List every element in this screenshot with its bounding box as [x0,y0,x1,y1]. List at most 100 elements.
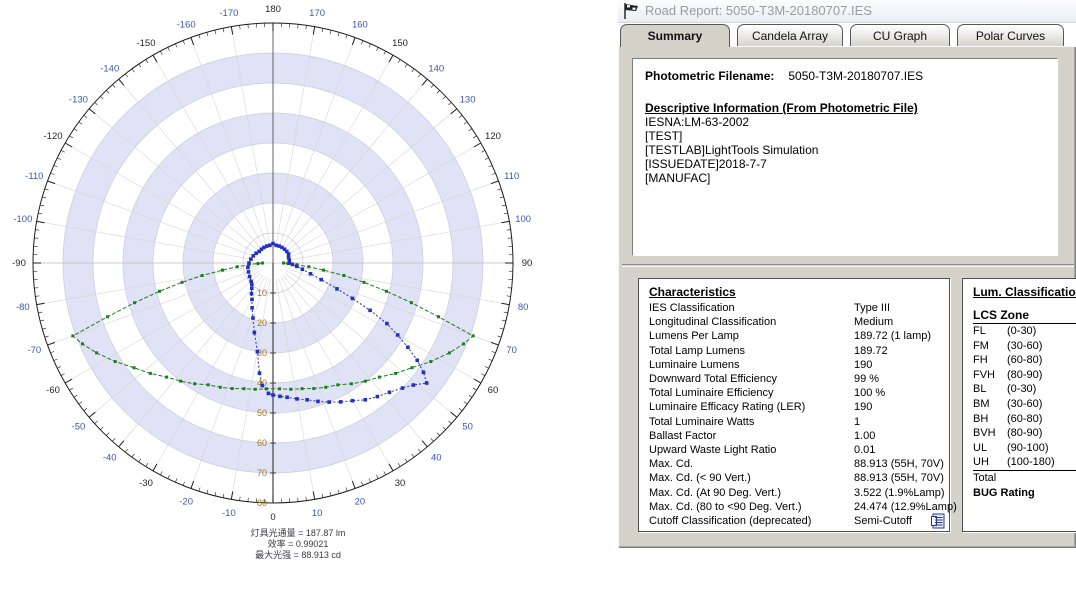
svg-text:-110: -110 [25,171,43,182]
descriptive-line: IESNA:LM-63-2002 [645,115,1045,129]
lcs-zone-rows: FL(0-30)FM(30-60)FH(60-80)FVH(80-90)BL(0… [973,324,1076,471]
lcs-zone-code: UL [973,441,1007,456]
lcs-zone-row: UH(100-180) [973,455,1076,471]
section-divider [622,264,1074,267]
characteristic-value: 99 % [854,372,879,386]
characteristic-label: Total Lamp Lumens [649,345,745,357]
polar-candela-chart: -170-160-150-140-130-120-110-100-90-80-7… [0,0,618,590]
characteristic-value: 190 [854,358,872,372]
tab-cu-graph[interactable]: CU Graph [850,24,950,46]
characteristic-value: Semi-Cutoff [854,514,912,528]
svg-text:-60: -60 [46,385,60,396]
characteristic-label: Luminaire Lumens [649,359,740,371]
lcs-zone-row: FVH(80-90) [973,368,1076,383]
svg-text:180: 180 [265,4,281,15]
characteristic-row: Max. Cd.88.913 (55H, 70V) [649,457,939,471]
lcs-zone-row: UL(90-100) [973,441,1076,456]
lcs-zone-range: (0-30) [1007,325,1036,337]
svg-text:140: 140 [428,63,444,74]
svg-text:160: 160 [352,19,368,30]
window-titlebar[interactable]: Road Report: 5050-T3M-20180707.IES [618,0,1076,23]
characteristic-label: IES Classification [649,302,735,314]
characteristic-value: 189.72 [854,344,888,358]
characteristics-heading: Characteristics [649,285,939,299]
lcs-zone-code: FL [973,324,1007,339]
filename-value: 5050-T3M-20180707.IES [788,69,923,83]
road-report-window: Road Report: 5050-T3M-20180707.IES Summa… [618,0,1076,552]
annotation-flux-line: 灯具光通量 = 187.87 lm [0,528,596,539]
characteristics-panel: Characteristics IES ClassificationType I… [638,278,950,532]
svg-text:70: 70 [257,468,267,478]
lcs-zone-code: BVH [973,426,1007,441]
svg-text:170: 170 [309,8,325,19]
characteristic-label: Lumens Per Lamp [649,330,739,342]
characteristic-label: Downward Total Efficiency [649,373,777,385]
lcs-zone-code: FH [973,353,1007,368]
characteristic-value: Medium [854,315,893,329]
characteristic-label: Total Luminaire Watts [649,416,754,428]
lcs-zone-range: (0-30) [1007,383,1036,395]
lcs-zone-range: (90-100) [1007,442,1049,454]
characteristic-label: Cutoff Classification (deprecated) [649,515,811,527]
characteristic-row: Max. Cd. (< 90 Vert.)88.913 (55H, 70V) [649,471,939,485]
filename-row: Photometric Filename:5050-T3M-20180707.I… [645,69,1045,83]
screenshot-root: -170-160-150-140-130-120-110-100-90-80-7… [0,0,1076,590]
characteristic-row: Max. Cd. (At 90 Deg. Vert.)3.522 (1.9%La… [649,486,939,500]
svg-text:20: 20 [355,497,366,508]
svg-text:10: 10 [312,508,323,519]
characteristic-label: Max. Cd. [649,458,693,470]
lcs-zone-row: FH(60-80) [973,353,1076,368]
lcs-zone-row: BL(0-30) [973,382,1076,397]
svg-text:60: 60 [488,385,499,396]
svg-text:70: 70 [506,345,517,356]
characteristic-row: Max. Cd. (80 to <90 Deg. Vert.)24.474 (1… [649,500,939,514]
lcs-zone-row: FL(0-30) [973,324,1076,339]
annotation-max-intensity-line: 最大光强 = 88.913 cd [0,550,596,561]
characteristic-value: 0.01 [854,443,875,457]
lcs-zone-range: (30-60) [1007,398,1042,410]
tab-summary[interactable]: Summary [620,24,730,47]
characteristic-row: IES ClassificationType III [649,301,939,315]
lcs-zone-range: (60-80) [1007,413,1042,425]
descriptive-line: [TESTLAB]LightTools Simulation [645,143,1045,157]
document-icon[interactable] [930,512,948,530]
lcs-zone-code: FM [973,339,1007,354]
file-info-panel: Photometric Filename:5050-T3M-20180707.I… [632,58,1058,256]
characteristic-row: Upward Waste Light Ratio0.01 [649,443,939,457]
lcs-zone-range: (100-180) [1007,456,1055,468]
characteristic-value: 88.913 (55H, 70V) [854,457,944,471]
svg-text:80: 80 [518,302,529,313]
descriptive-lines: IESNA:LM-63-2002[TEST][TESTLAB]LightTool… [645,115,1045,185]
svg-text:-40: -40 [103,453,117,464]
tab-polar-curves[interactable]: Polar Curves [957,24,1064,46]
lcs-zone-code: FVH [973,368,1007,383]
svg-text:60: 60 [257,438,267,448]
svg-text:-50: -50 [72,421,86,432]
svg-text:0: 0 [270,512,275,523]
characteristic-label: Max. Cd. (At 90 Deg. Vert.) [649,487,781,499]
flag-icon [622,2,640,20]
tab-candela-array[interactable]: Candela Array [737,24,843,46]
characteristic-value: 1.00 [854,429,875,443]
characteristic-row: Downward Total Efficiency 99 % [649,372,939,386]
svg-text:30: 30 [395,478,406,489]
lcs-zone-row: FM(30-60) [973,339,1076,354]
svg-text:20: 20 [257,318,267,328]
polar-plot-svg: -170-160-150-140-130-120-110-100-90-80-7… [0,0,596,526]
characteristic-row: Longitudinal ClassificationMedium [649,315,939,329]
bug-rating-row: BUG Rating [973,486,1076,501]
annotation-efficiency-line: 效率 = 0.99021 [0,539,596,550]
svg-text:-20: -20 [179,497,193,508]
descriptive-line: [MANUFAC] [645,171,1045,185]
svg-text:130: 130 [460,95,476,106]
lum-classification-heading: Lum. Classification [973,285,1076,299]
lcs-zone-code: BM [973,397,1007,412]
characteristic-row: Total Luminaire Watts1 [649,415,939,429]
characteristic-value: 189.72 (1 lamp) [854,329,931,343]
lcs-zone-range: (80-90) [1007,427,1042,439]
svg-text:50: 50 [462,421,473,432]
svg-text:100: 100 [515,214,531,225]
lcs-zone-code: BH [973,412,1007,427]
svg-text:120: 120 [485,131,501,142]
chart-annotation: 灯具光通量 = 187.87 lm 效率 = 0.99021 最大光强 = 88… [0,528,596,561]
